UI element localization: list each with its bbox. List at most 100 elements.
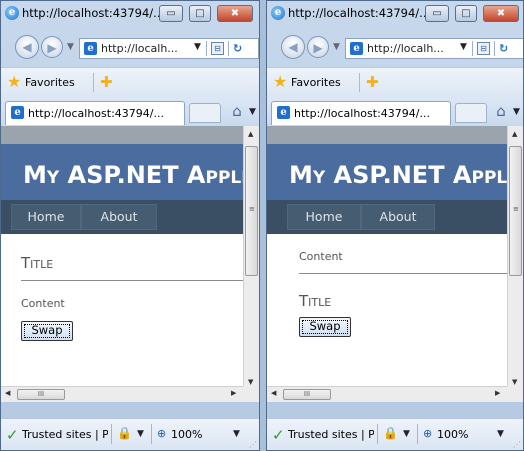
favorites-bar: ★ Favorites ✚	[1, 67, 259, 99]
recent-pages-dropdown-icon[interactable]: ▼	[67, 42, 74, 52]
menu-item-home[interactable]: Home	[11, 204, 81, 230]
title-bar[interactable]: e http://localhost:43794/... ▭ □ ✖	[1, 1, 259, 27]
site-menu: Home About	[1, 200, 243, 234]
horizontal-rule	[21, 280, 243, 281]
scroll-right-icon[interactable]: ▶	[231, 389, 236, 397]
zoom-level[interactable]: 100%	[171, 428, 202, 441]
horizontal-scrollbar[interactable]: ◀ III ▶	[267, 386, 507, 402]
tab-title: http://localhost:43794/...	[28, 107, 164, 120]
close-button[interactable]: ✖	[217, 5, 253, 22]
address-text[interactable]: http://localh...	[101, 42, 178, 55]
window-title: http://localhost:43794/...	[22, 6, 165, 20]
refresh-icon[interactable]: ↻	[233, 42, 242, 55]
menu-item-home[interactable]: Home	[287, 204, 361, 230]
minimize-button[interactable]: ▭	[159, 5, 183, 22]
zoom-dropdown-icon[interactable]: ▼	[497, 429, 504, 439]
scroll-right-icon[interactable]: ▶	[495, 389, 500, 397]
favorites-button[interactable]: Favorites	[291, 76, 341, 89]
vertical-scrollbar[interactable]: ▲ ≡ ▼	[243, 126, 259, 392]
maximize-button[interactable]: □	[189, 5, 211, 22]
scroll-down-icon[interactable]: ▼	[512, 378, 517, 386]
protected-mode-dropdown-icon[interactable]: ▼	[137, 429, 144, 439]
home-icon[interactable]: ⌂	[228, 102, 246, 120]
horizontal-scroll-thumb[interactable]: III	[17, 389, 65, 400]
swap-button[interactable]: Swap	[21, 321, 73, 341]
swap-button[interactable]: Swap	[299, 317, 351, 337]
home-dropdown-icon[interactable]: ▼	[513, 107, 520, 117]
vertical-scroll-thumb[interactable]: ≡	[509, 146, 522, 276]
resize-grip-icon[interactable]: ⋰	[513, 440, 521, 449]
add-to-favorites-bar-icon[interactable]: ✚	[366, 73, 379, 91]
zoom-icon[interactable]: ⊕	[157, 427, 166, 440]
recent-pages-dropdown-icon[interactable]: ▼	[333, 42, 340, 52]
vertical-scroll-thumb[interactable]: ≡	[245, 146, 258, 276]
protected-mode-icon[interactable]: 🔒	[117, 426, 132, 440]
zoom-level[interactable]: 100%	[437, 428, 468, 441]
favorites-star-icon[interactable]: ★	[7, 73, 21, 91]
page-icon: e	[350, 42, 363, 55]
tab-title: http://localhost:43794/...	[294, 107, 430, 120]
page-viewport: My ASP.NET Appli Home About Title Conten…	[1, 126, 259, 402]
scroll-down-icon[interactable]: ▼	[248, 378, 253, 386]
new-tab-button[interactable]	[455, 103, 487, 123]
tab-row: e http://localhost:43794/... ⌂ ▼	[1, 98, 259, 126]
grip-icon: ≡	[249, 205, 255, 213]
security-zone-text[interactable]: Trusted sites | Pr	[22, 428, 108, 441]
address-text[interactable]: http://localh...	[367, 42, 444, 55]
address-bar[interactable]: e http://localh... ▼ ⊟ ↻	[79, 38, 259, 59]
address-bar[interactable]: e http://localh... ▼ ⊟ ↻	[345, 38, 523, 59]
scroll-left-icon[interactable]: ◀	[5, 389, 10, 397]
refresh-icon[interactable]: ↻	[499, 42, 508, 55]
status-separator	[417, 424, 418, 444]
tab-active[interactable]: e http://localhost:43794/...	[271, 101, 451, 125]
browser-window-right: e http://localhost:43794/... ▭ □ ✖ ◀ ▶ ▼…	[266, 0, 524, 451]
page-icon: e	[84, 42, 97, 55]
security-zone-text[interactable]: Trusted sites | Pr	[288, 428, 374, 441]
scroll-up-icon[interactable]: ▲	[512, 130, 517, 138]
menu-item-about[interactable]: About	[81, 204, 157, 230]
browser-window-left: e http://localhost:43794/... ▭ □ ✖ ◀ ▶ ▼…	[0, 0, 260, 451]
add-to-favorites-bar-icon[interactable]: ✚	[100, 73, 113, 91]
back-button[interactable]: ◀	[15, 35, 39, 59]
address-separator	[494, 41, 495, 56]
favorites-button[interactable]: Favorites	[25, 76, 75, 89]
status-bar: ✓ Trusted sites | Pr 🔒 ▼ ⊕ 100% ▼ ⋰	[267, 418, 523, 450]
horizontal-scrollbar[interactable]: ◀ III ▶	[1, 386, 243, 402]
zoom-dropdown-icon[interactable]: ▼	[233, 429, 240, 439]
menu-item-about[interactable]: About	[361, 204, 435, 230]
maximize-button[interactable]: □	[455, 5, 477, 22]
site-menu: Home About	[267, 200, 507, 234]
favorites-star-icon[interactable]: ★	[273, 73, 287, 91]
resize-grip-icon[interactable]: ⋰	[249, 440, 257, 449]
compatibility-view-icon[interactable]: ⊟	[477, 42, 490, 55]
content-text: Content	[21, 297, 65, 310]
forward-button[interactable]: ▶	[41, 36, 63, 58]
horizontal-scroll-thumb[interactable]: III	[283, 389, 331, 400]
protected-mode-dropdown-icon[interactable]: ▼	[403, 429, 410, 439]
address-separator	[228, 41, 229, 56]
site-title: My ASP.NET Appli	[289, 161, 507, 189]
compatibility-view-icon[interactable]: ⊟	[211, 42, 224, 55]
scroll-left-icon[interactable]: ◀	[271, 389, 276, 397]
home-icon[interactable]: ⌂	[492, 102, 510, 120]
minimize-button[interactable]: ▭	[425, 5, 449, 22]
protected-mode-icon[interactable]: 🔒	[383, 426, 398, 440]
address-separator	[472, 41, 473, 56]
favorites-separator	[93, 73, 94, 92]
tab-active[interactable]: e http://localhost:43794/...	[5, 101, 185, 125]
back-button[interactable]: ◀	[281, 35, 305, 59]
address-dropdown-icon[interactable]: ▼	[460, 42, 467, 52]
tab-page-icon: e	[277, 106, 290, 119]
address-dropdown-icon[interactable]: ▼	[194, 42, 201, 52]
forward-button[interactable]: ▶	[307, 36, 329, 58]
close-button[interactable]: ✖	[483, 5, 519, 22]
title-bar[interactable]: e http://localhost:43794/... ▭ □ ✖	[267, 1, 523, 27]
site-header: My ASP.NET Appli	[1, 144, 243, 200]
check-icon: ✓	[6, 426, 19, 444]
vertical-scrollbar[interactable]: ▲ ≡ ▼	[507, 126, 523, 392]
tab-row: e http://localhost:43794/... ⌂ ▼	[267, 98, 523, 126]
home-dropdown-icon[interactable]: ▼	[249, 107, 256, 117]
new-tab-button[interactable]	[189, 103, 221, 123]
scroll-up-icon[interactable]: ▲	[248, 130, 253, 138]
zoom-icon[interactable]: ⊕	[423, 427, 432, 440]
